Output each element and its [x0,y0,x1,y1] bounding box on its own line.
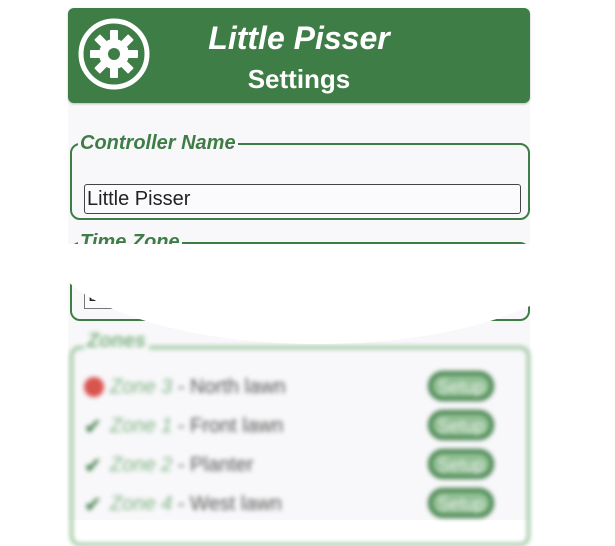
setup-button[interactable]: Setup [428,488,494,518]
zone-name[interactable]: Zone 1 [110,415,172,437]
app-header: Little Pisser Settings [68,8,530,103]
checkmark-icon: ✔ [83,453,103,478]
zone-row: ✔ Zone 2 - Planter Setup [82,449,512,481]
zone-row: ✔ Zone 1 - Front lawn Setup [82,410,512,442]
setup-button[interactable]: Setup [428,410,494,440]
zones-legend: Zones [84,330,149,353]
setup-button[interactable]: Setup [428,449,494,479]
page-title: Settings [247,64,351,94]
zone-row: Zone 3 - North lawn Setup [82,371,512,403]
controller-name-input[interactable] [84,184,521,214]
disabled-icon [84,377,104,397]
zone-name[interactable]: Zone 3 [110,376,172,398]
settings-page: Little Pisser Settings Controller Name T… [48,8,588,546]
zone-row: ✔ Zone 4 - West lawn Setup [82,488,512,520]
zone-description: Front lawn [190,415,284,437]
zone-description: West lawn [190,493,282,515]
zone-name[interactable]: Zone 4 [110,493,172,515]
checkmark-icon: ✔ [83,492,103,517]
controller-name-legend: Controller Name [80,132,236,154]
setup-button[interactable]: Setup [428,371,494,401]
zone-description: Planter [190,454,254,476]
zone-description: North lawn [190,376,286,398]
checkmark-icon: ✔ [83,414,103,439]
controller-name-section: Controller Name [70,132,530,220]
app-title: Little Pisser [208,20,390,56]
zone-name[interactable]: Zone 2 [110,454,172,476]
